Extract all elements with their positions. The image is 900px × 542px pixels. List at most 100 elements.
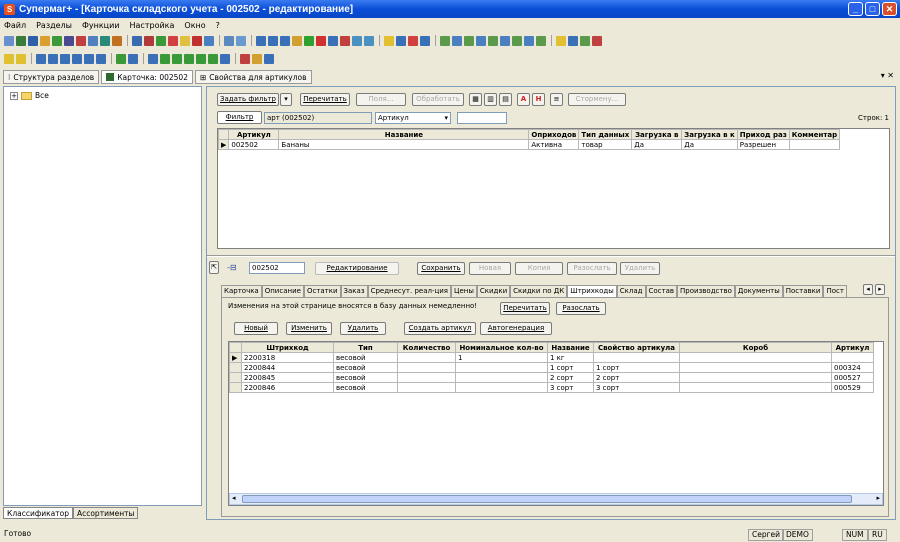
tab-structure[interactable]: ⁝ Структура разделов	[3, 70, 100, 84]
toolbar-icon[interactable]	[396, 35, 406, 46]
toolbar-icon[interactable]	[536, 35, 546, 46]
tab-supplies[interactable]: Поставки	[782, 285, 824, 297]
col-header[interactable]: Оприходов	[528, 129, 580, 140]
tab-avg-sales[interactable]: Среднесут. реал-ция	[367, 285, 452, 297]
tab-assortments[interactable]: Ассортименты	[72, 507, 139, 519]
cell[interactable]: 2 сорт	[593, 372, 680, 383]
view-grid-icon[interactable]: ▦	[469, 93, 482, 106]
toolbar-icon[interactable]	[76, 35, 86, 46]
send-button[interactable]: Разослать	[567, 262, 617, 275]
tab-discounts[interactable]: Скидки	[476, 285, 511, 297]
toolbar-icon[interactable]	[52, 35, 62, 46]
tab-card[interactable]: Карточка	[221, 285, 262, 297]
scroll-right-icon[interactable]: ▸	[876, 494, 880, 502]
toolbar-icon[interactable]	[28, 35, 38, 46]
toolbar-icon[interactable]	[48, 53, 58, 64]
cell[interactable]	[679, 352, 832, 363]
toolbar-icon[interactable]	[72, 53, 82, 64]
filter-field-select[interactable]: Артикул ▾	[375, 112, 451, 124]
cell[interactable]: 000527	[831, 372, 874, 383]
view-rows-icon[interactable]: ▤	[499, 93, 512, 106]
cell[interactable]	[455, 372, 548, 383]
toolbar-icon[interactable]	[420, 35, 430, 46]
cell[interactable]: 000529	[831, 382, 874, 393]
cell[interactable]	[397, 362, 456, 373]
tab-description[interactable]: Описание	[261, 285, 304, 297]
cell[interactable]: Активна	[528, 139, 580, 150]
toolbar-icon[interactable]	[204, 35, 214, 46]
cell[interactable]: 000324	[831, 362, 874, 373]
cell[interactable]	[788, 139, 841, 150]
toolbar-icon[interactable]	[208, 53, 218, 64]
col-header[interactable]: Название	[547, 342, 594, 353]
toolbar-icon[interactable]	[96, 53, 106, 64]
col-header[interactable]: Тип данных	[578, 129, 633, 140]
maximize-button[interactable]: □	[865, 2, 880, 16]
toolbar-icon[interactable]	[4, 53, 14, 64]
stormenu-button[interactable]: Стормену...	[568, 93, 626, 106]
menu-file[interactable]: Файл	[4, 21, 26, 30]
toolbar-icon[interactable]	[452, 35, 462, 46]
new-barcode-button[interactable]: Новый	[234, 322, 278, 335]
tab-article-properties[interactable]: ⊞ Свойства для артикулов	[194, 70, 312, 84]
cell[interactable]: 1	[455, 352, 548, 363]
col-header[interactable]: Тип	[333, 342, 398, 353]
toolbar-icon[interactable]	[180, 35, 190, 46]
toolbar-icon[interactable]	[160, 53, 170, 64]
toolbar-icon[interactable]	[568, 35, 578, 46]
tree-root[interactable]: + Все	[10, 91, 49, 100]
tab-classifier[interactable]: Классификатор	[3, 507, 73, 519]
toolbar-icon[interactable]	[280, 35, 290, 46]
menu-sections[interactable]: Разделы	[36, 21, 72, 30]
cell[interactable]	[397, 382, 456, 393]
expand-icon[interactable]: +	[10, 91, 18, 100]
toolbar-icon[interactable]	[340, 35, 350, 46]
table-row[interactable]: 2200846 весовой 3 сорт 3 сорт 000529	[229, 382, 874, 393]
col-header[interactable]: Артикул	[831, 342, 874, 353]
cell[interactable]	[455, 362, 548, 373]
toolbar-icon[interactable]	[40, 35, 50, 46]
cell[interactable]: Да	[681, 139, 738, 150]
autogen-button[interactable]: Автогенерация	[480, 322, 552, 335]
cell[interactable]: весовой	[333, 362, 398, 373]
new-card-button[interactable]: Новая	[469, 262, 511, 275]
cell[interactable]: Бананы	[278, 139, 530, 150]
tab-card-discounts[interactable]: Скидки по ДК	[510, 285, 568, 297]
toolbar-icon[interactable]	[252, 53, 262, 64]
toolbar-icon[interactable]	[16, 35, 26, 46]
toolbar-icon[interactable]	[224, 35, 234, 46]
toolbar-icon[interactable]	[256, 35, 266, 46]
font-a-icon[interactable]: A	[517, 93, 530, 106]
tab-scroll-left-icon[interactable]: ◂	[863, 284, 873, 295]
col-header[interactable]: Загрузка в	[631, 129, 683, 140]
cell[interactable]	[679, 372, 832, 383]
cell[interactable]: 2200846	[241, 382, 334, 393]
delete-card-button[interactable]: Удалить	[620, 262, 660, 275]
cell[interactable]	[397, 352, 456, 363]
toolbar-icon[interactable]	[264, 53, 274, 64]
tab-warehouse[interactable]: Склад	[616, 285, 646, 297]
cell[interactable]	[397, 372, 456, 383]
toolbar-icon[interactable]	[64, 35, 74, 46]
col-header[interactable]: Штрихкод	[241, 342, 334, 353]
tab-documents[interactable]: Документы	[734, 285, 783, 297]
toolbar-icon[interactable]	[512, 35, 522, 46]
cell[interactable]: товар	[578, 139, 633, 150]
list-icon[interactable]: ≡	[550, 93, 563, 106]
toolbar-icon[interactable]	[364, 35, 374, 46]
toolbar-icon[interactable]	[292, 35, 302, 46]
cell[interactable]: 3 сорт	[547, 382, 594, 393]
tab-composition[interactable]: Состав	[645, 285, 678, 297]
toolbar-icon[interactable]	[268, 35, 278, 46]
toolbar-icon[interactable]	[4, 35, 14, 46]
col-header[interactable]: Комментар	[788, 129, 841, 140]
toolbar-icon[interactable]	[172, 53, 182, 64]
filter-tab[interactable]: Фильтр	[217, 111, 262, 124]
col-header[interactable]: Номинальное кол-во	[455, 342, 548, 353]
toolbar-icon[interactable]	[16, 53, 26, 64]
toolbar-icon[interactable]	[580, 35, 590, 46]
menu-window[interactable]: Окно	[184, 21, 205, 30]
toolbar-icon[interactable]	[60, 53, 70, 64]
toolbar-icon[interactable]	[128, 53, 138, 64]
toolbar-icon[interactable]	[328, 35, 338, 46]
